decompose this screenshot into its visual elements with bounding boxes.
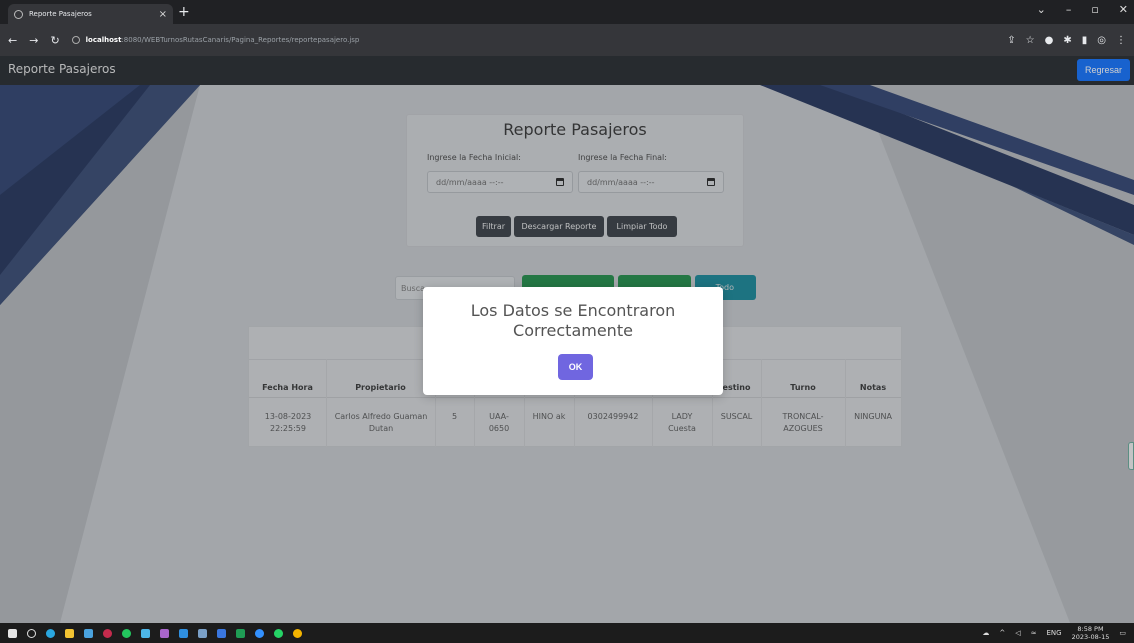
app-dev-icon[interactable] xyxy=(179,628,188,638)
success-dialog: Los Datos se Encontraron Correctamente O… xyxy=(423,287,723,395)
notification-icon[interactable]: ▭ xyxy=(1119,629,1126,637)
menu-dots-icon[interactable]: ⋮ xyxy=(1116,35,1126,46)
info-icon[interactable] xyxy=(71,36,80,44)
folder-icon[interactable] xyxy=(65,628,74,638)
extensions-area: ⇪ ☆ ● ✱ ▮ ◎ ⋮ xyxy=(1007,35,1126,46)
clock-time: 8:58 PM xyxy=(1077,625,1104,633)
back-arrow-icon[interactable]: ← xyxy=(8,34,17,47)
ok-button[interactable]: OK xyxy=(558,354,593,380)
app-excel-icon[interactable] xyxy=(236,628,245,638)
app-blue-icon[interactable] xyxy=(141,628,150,638)
taskbar-apps xyxy=(8,628,302,638)
sidepanel-icon[interactable]: ▮ xyxy=(1082,35,1088,46)
forward-arrow-icon[interactable]: → xyxy=(29,34,38,47)
app-purple-icon[interactable] xyxy=(160,628,169,638)
edge-icon[interactable] xyxy=(46,628,55,638)
lang-indicator[interactable]: ENG xyxy=(1047,629,1062,637)
app-green-icon[interactable] xyxy=(122,628,131,638)
clock-date: 2023-08-15 xyxy=(1071,633,1110,641)
weather-icon[interactable]: ☁ xyxy=(982,629,989,637)
app-red-icon[interactable] xyxy=(103,628,112,638)
chevron-down-icon[interactable]: ⌄ xyxy=(1037,3,1046,16)
window-controls: ⌄ – ▫ ✕ xyxy=(1037,3,1128,16)
store-icon[interactable] xyxy=(84,628,93,638)
speaker-icon[interactable]: ◁ xyxy=(1015,629,1020,637)
profile-icon[interactable]: ◎ xyxy=(1097,35,1106,46)
globe-icon xyxy=(14,9,23,19)
taskbar: ☁ ^ ◁ ≈ ENG 8:58 PM 2023-08-15 ▭ xyxy=(0,623,1134,643)
app-z-icon[interactable] xyxy=(217,628,226,638)
chevron-up-icon[interactable]: ^ xyxy=(999,629,1005,637)
app-circle-icon[interactable] xyxy=(255,628,264,638)
windows-start-icon[interactable] xyxy=(8,628,17,638)
browser-tab[interactable]: Reporte Pasajeros × xyxy=(8,4,173,24)
tab-close-icon[interactable]: × xyxy=(159,9,167,20)
system-tray: ☁ ^ ◁ ≈ ENG 8:58 PM 2023-08-15 ▭ xyxy=(982,625,1126,641)
reload-icon[interactable]: ↻ xyxy=(50,34,59,47)
tab-title: Reporte Pasajeros xyxy=(29,10,92,18)
close-window-icon[interactable]: ✕ xyxy=(1119,3,1128,16)
url-path: :8080/WEBTurnosRutasCanaris/Pagina_Repor… xyxy=(121,36,360,44)
browser-tab-strip: Reporte Pasajeros × + ⌄ – ▫ ✕ xyxy=(0,0,1134,24)
url-host: localhost xyxy=(85,36,122,44)
maximize-icon[interactable]: ▫ xyxy=(1091,3,1098,16)
new-tab-button[interactable]: + xyxy=(178,4,190,20)
web-page: Reporte Pasajeros Regresar Reporte Pasaj… xyxy=(0,56,1134,623)
share-icon[interactable]: ⇪ xyxy=(1007,35,1015,46)
url-field[interactable]: localhost :8080/WEBTurnosRutasCanaris/Pa… xyxy=(71,29,1008,51)
search-icon[interactable] xyxy=(27,628,36,638)
star-icon[interactable]: ☆ xyxy=(1026,35,1035,46)
chrome-icon[interactable] xyxy=(293,628,302,638)
app-grey-icon[interactable] xyxy=(198,628,207,638)
minimize-icon[interactable]: – xyxy=(1066,3,1072,16)
address-bar-row: ← → ↻ localhost :8080/WEBTurnosRutasCana… xyxy=(0,24,1134,56)
clock[interactable]: 8:58 PM 2023-08-15 xyxy=(1072,625,1110,641)
extension-icon[interactable]: ● xyxy=(1045,35,1054,46)
puzzle-icon[interactable]: ✱ xyxy=(1063,35,1071,46)
dialog-message: Los Datos se Encontraron Correctamente xyxy=(470,301,676,340)
wifi-icon[interactable]: ≈ xyxy=(1031,629,1037,637)
whatsapp-icon[interactable] xyxy=(274,628,283,638)
